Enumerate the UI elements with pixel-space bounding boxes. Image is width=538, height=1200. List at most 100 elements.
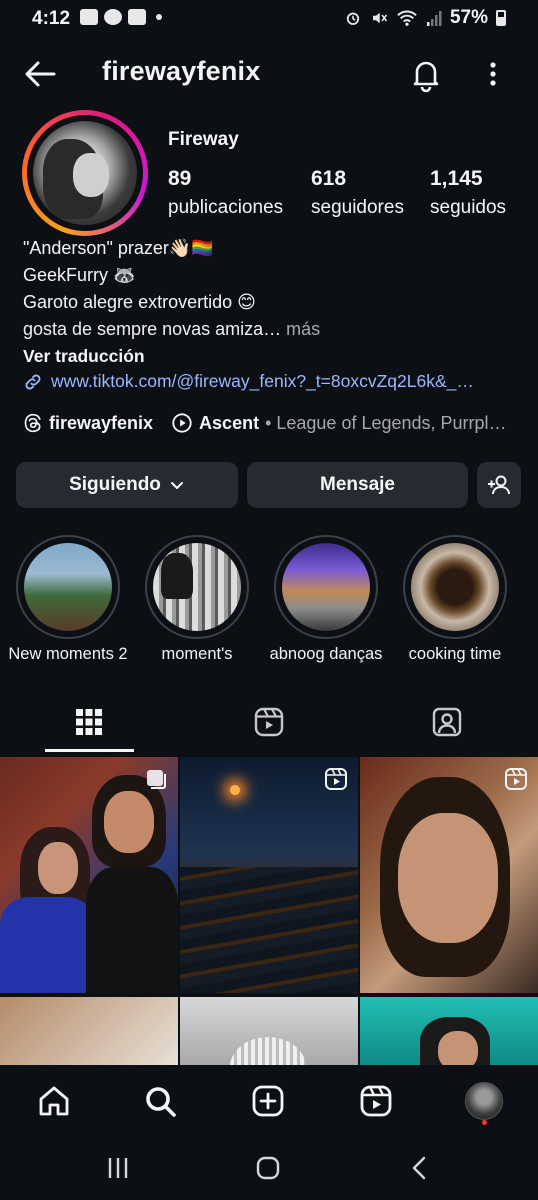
bio-line-3: Garoto alegre extrovertido 😊 (23, 292, 256, 312)
play-circle-icon (172, 413, 192, 433)
posts-count: 89 (168, 167, 192, 190)
home-icon (39, 1086, 69, 1116)
highlight-abnoog-dancas[interactable]: abnoog danças (270, 535, 382, 663)
add-user-icon (488, 475, 510, 495)
status-notification-icons (80, 9, 162, 25)
threads-and-music-row: firewayfenix Ascent • League of Legends,… (23, 412, 523, 434)
bio-line-4-text: gosta de sempre novas amiza… (23, 319, 282, 339)
message-button[interactable]: Mensaje (247, 462, 468, 508)
nav-profile-button[interactable] (464, 1081, 504, 1121)
stat-following[interactable]: 1,145 seguidos (430, 167, 506, 219)
chevron-left-icon (412, 1156, 426, 1180)
post-figure (86, 867, 178, 993)
following-count: 1,145 (430, 167, 483, 190)
bio-line-4: gosta de sempre novas amiza… más (23, 319, 320, 340)
vertical-dots-icon (490, 62, 496, 86)
youtube-icon (128, 9, 146, 25)
post-figure (0, 897, 96, 993)
highlight-moments[interactable]: moment's (145, 535, 249, 663)
see-translation-link[interactable]: Ver traducción (23, 346, 145, 367)
active-tab-indicator (45, 749, 134, 752)
highlight-cover (411, 543, 499, 631)
following-button[interactable]: Siguiendo (16, 462, 238, 508)
bio-line-1: "Anderson" prazer👋🏻🏳️‍🌈 (23, 238, 214, 258)
tab-posts-grid[interactable] (0, 694, 178, 750)
threads-handle[interactable]: firewayfenix (49, 413, 153, 434)
post-thumbnail-3[interactable] (360, 757, 538, 993)
post-figure (230, 1037, 306, 1065)
stat-posts[interactable]: 89 publicaciones (168, 167, 283, 219)
system-home-button[interactable] (248, 1153, 288, 1183)
suggested-users-button[interactable] (477, 462, 521, 508)
wifi-icon (397, 10, 417, 26)
highlight-cover (153, 543, 241, 631)
post-thumbnail-6[interactable] (360, 997, 538, 1065)
followers-label: seguidores (311, 197, 404, 218)
nav-reels-button[interactable] (356, 1081, 396, 1121)
avatar-ring-gap (27, 115, 143, 231)
threads-icon (24, 413, 41, 433)
followers-count: 618 (311, 167, 347, 190)
reel-icon (325, 768, 347, 790)
post-figure (398, 813, 498, 943)
highlight-cover (24, 543, 112, 631)
bio-more-link[interactable]: más (281, 319, 320, 339)
arrow-left-icon (25, 61, 56, 87)
music-title[interactable]: Ascent (199, 413, 259, 434)
tagged-person-icon (432, 707, 462, 737)
more-options-button[interactable] (478, 54, 508, 94)
recents-icon (108, 1158, 128, 1178)
link-icon (25, 374, 41, 389)
nav-search-button[interactable] (140, 1081, 180, 1121)
bottom-navigation (0, 1065, 538, 1135)
music-artists: • League of Legends, Purrpl… (265, 412, 507, 433)
recent-apps-button[interactable] (98, 1153, 138, 1183)
post-figure (104, 791, 154, 853)
post-thumbnail-1[interactable] (0, 757, 178, 993)
system-back-button[interactable] (400, 1153, 440, 1183)
status-right: 57% (344, 7, 506, 29)
whatsapp-icon (104, 9, 122, 25)
highlight-ring (145, 535, 249, 639)
highlight-label: cooking time (408, 645, 502, 663)
highlight-cooking-time[interactable]: cooking time (403, 535, 507, 663)
signal-icon (426, 11, 442, 26)
highlight-ring (403, 535, 507, 639)
highlight-cover (282, 543, 370, 631)
plus-square-icon (252, 1085, 284, 1117)
back-button[interactable] (20, 54, 60, 94)
gallery-icon (80, 9, 98, 25)
post-figure (438, 1031, 478, 1065)
following-button-label: Siguiendo (69, 474, 161, 495)
tab-reels[interactable] (180, 694, 358, 750)
profile-avatar-story-ring[interactable] (22, 110, 148, 236)
profile-link[interactable]: www.tiktok.com/@fireway_fenix?_t=8oxcvZq… (23, 371, 523, 392)
highlight-new-moments-2[interactable]: New moments 2 (8, 535, 128, 663)
post-thumbnail-5[interactable] (180, 997, 358, 1065)
alarm-icon (346, 12, 360, 25)
multi-photo-icon (147, 770, 166, 789)
bio-line-2: GeekFurry 🦝 (23, 265, 136, 285)
nav-home-button[interactable] (34, 1081, 74, 1121)
reels-icon (254, 707, 284, 737)
avatar (33, 121, 137, 225)
reels-icon (360, 1085, 392, 1117)
stat-followers[interactable]: 618 seguidores (311, 167, 404, 219)
search-icon (146, 1087, 176, 1117)
notifications-button[interactable] (406, 54, 446, 94)
nav-create-button[interactable] (248, 1081, 288, 1121)
posts-label: publicaciones (168, 197, 284, 218)
system-navigation-bar (0, 1135, 538, 1200)
bell-icon (413, 61, 439, 93)
post-thumbnail-2[interactable] (180, 757, 358, 993)
highlight-ring (274, 535, 378, 639)
status-time: 4:12 (32, 8, 71, 29)
battery-percent: 57% (449, 7, 488, 28)
post-wet-road (180, 867, 358, 993)
more-notifications-dot (156, 14, 162, 20)
mute-icon (372, 12, 388, 24)
following-label: seguidos (430, 197, 507, 218)
post-thumbnail-4[interactable] (0, 997, 178, 1065)
profile-link-text: www.tiktok.com/@fireway_fenix?_t=8oxcvZq… (51, 371, 474, 391)
tab-tagged[interactable] (358, 694, 536, 750)
